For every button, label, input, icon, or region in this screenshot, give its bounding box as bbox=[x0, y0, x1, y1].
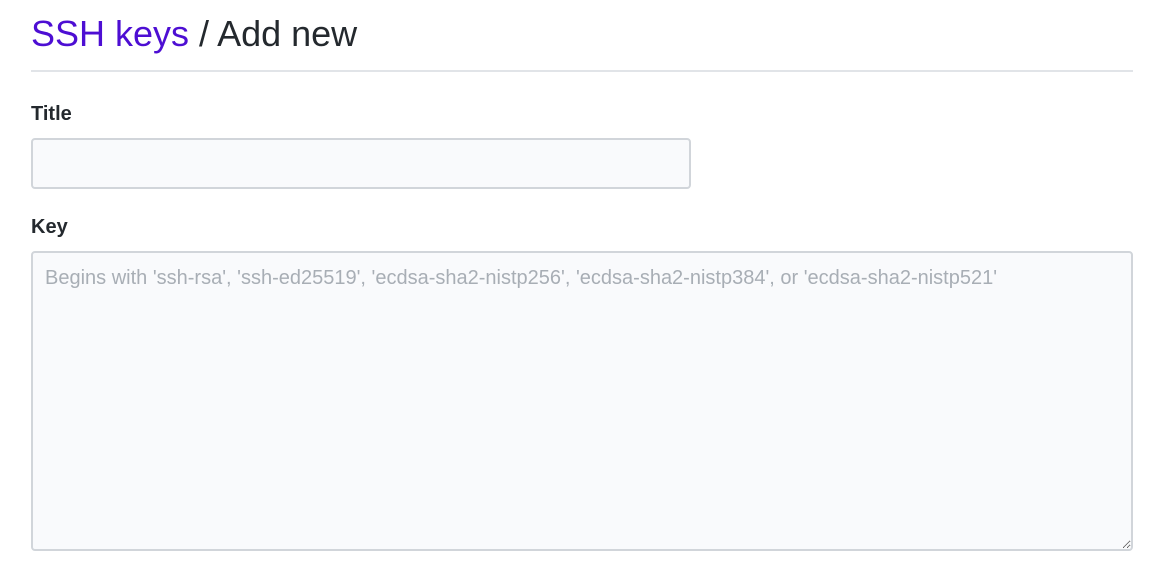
page-header: SSH keys / Add new bbox=[31, 0, 1133, 72]
breadcrumb-separator: / bbox=[189, 13, 218, 54]
key-label: Key bbox=[31, 216, 68, 238]
page: SSH keys / Add new Title Key bbox=[0, 0, 1159, 572]
breadcrumb-current: Add new bbox=[217, 13, 358, 54]
title-input[interactable] bbox=[31, 138, 691, 189]
title-label: Title bbox=[31, 103, 72, 125]
breadcrumb-link-ssh-keys[interactable]: SSH keys bbox=[31, 13, 189, 54]
breadcrumb: SSH keys / Add new bbox=[31, 16, 357, 52]
key-textarea[interactable] bbox=[31, 251, 1133, 551]
